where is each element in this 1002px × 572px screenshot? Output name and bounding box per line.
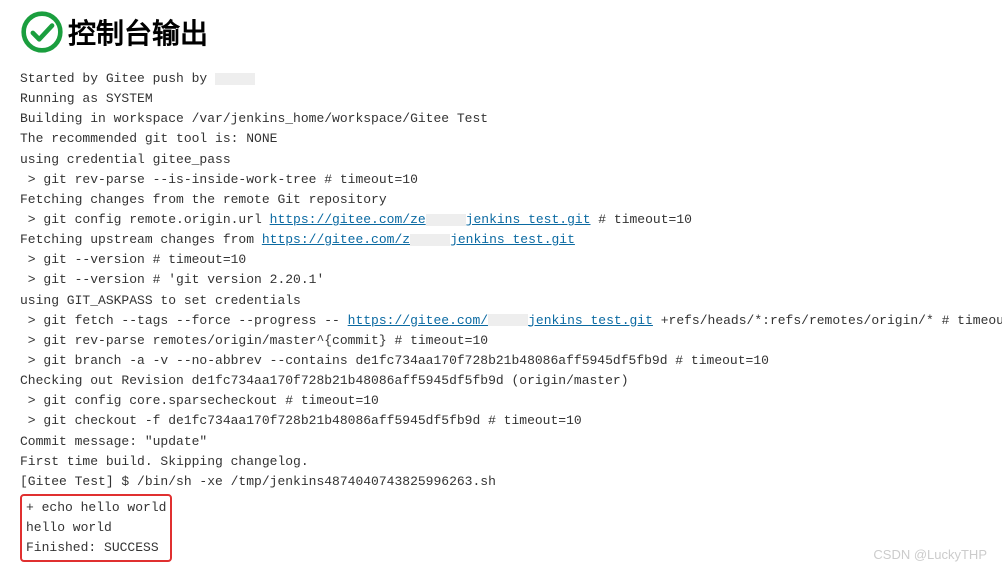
- redacted-text: [410, 234, 450, 246]
- console-line: > git --version # 'git version 2.20.1': [20, 270, 982, 290]
- console-line: > git checkout -f de1fc734aa170f728b21b4…: [20, 411, 982, 431]
- repo-link[interactable]: jenkins_test.git: [528, 313, 653, 328]
- console-line: Finished: SUCCESS: [26, 538, 166, 558]
- console-line: > git rev-parse remotes/origin/master^{c…: [20, 331, 982, 351]
- console-line: [Gitee Test] $ /bin/sh -xe /tmp/jenkins4…: [20, 472, 982, 492]
- console-line: Started by Gitee push by: [20, 69, 982, 89]
- redacted-text: [215, 73, 255, 85]
- repo-link[interactable]: https://gitee.com/z: [262, 232, 410, 247]
- console-line: Checking out Revision de1fc734aa170f728b…: [20, 371, 982, 391]
- console-line: First time build. Skipping changelog.: [20, 452, 982, 472]
- console-line: using credential gitee_pass: [20, 150, 982, 170]
- console-line: > git config remote.origin.url https://g…: [20, 210, 982, 230]
- success-circle-icon: [20, 10, 64, 54]
- console-line: The recommended git tool is: NONE: [20, 129, 982, 149]
- console-line: Commit message: "update": [20, 432, 982, 452]
- console-output: Started by Gitee push by Running as SYST…: [20, 69, 982, 562]
- console-line: hello world: [26, 518, 166, 538]
- console-line: > git config core.sparsecheckout # timeo…: [20, 391, 982, 411]
- redacted-text: [488, 314, 528, 326]
- console-header: 控制台输出: [20, 10, 982, 54]
- repo-link[interactable]: https://gitee.com/: [348, 313, 488, 328]
- console-line: using GIT_ASKPASS to set credentials: [20, 291, 982, 311]
- console-line: Fetching upstream changes from https://g…: [20, 230, 982, 250]
- console-line: Running as SYSTEM: [20, 89, 982, 109]
- console-line: > git rev-parse --is-inside-work-tree # …: [20, 170, 982, 190]
- page-title: 控制台输出: [68, 12, 208, 52]
- console-line: Building in workspace /var/jenkins_home/…: [20, 109, 982, 129]
- console-line: > git fetch --tags --force --progress --…: [20, 311, 982, 331]
- console-line: + echo hello world: [26, 498, 166, 518]
- highlighted-output-box: + echo hello worldhello worldFinished: S…: [20, 494, 172, 562]
- repo-link[interactable]: jenkins_test.git: [450, 232, 575, 247]
- console-line: > git --version # timeout=10: [20, 250, 982, 270]
- redacted-text: [426, 214, 466, 226]
- repo-link[interactable]: jenkins_test.git: [466, 212, 591, 227]
- console-line: > git branch -a -v --no-abbrev --contain…: [20, 351, 982, 371]
- console-line: Fetching changes from the remote Git rep…: [20, 190, 982, 210]
- repo-link[interactable]: https://gitee.com/ze: [270, 212, 426, 227]
